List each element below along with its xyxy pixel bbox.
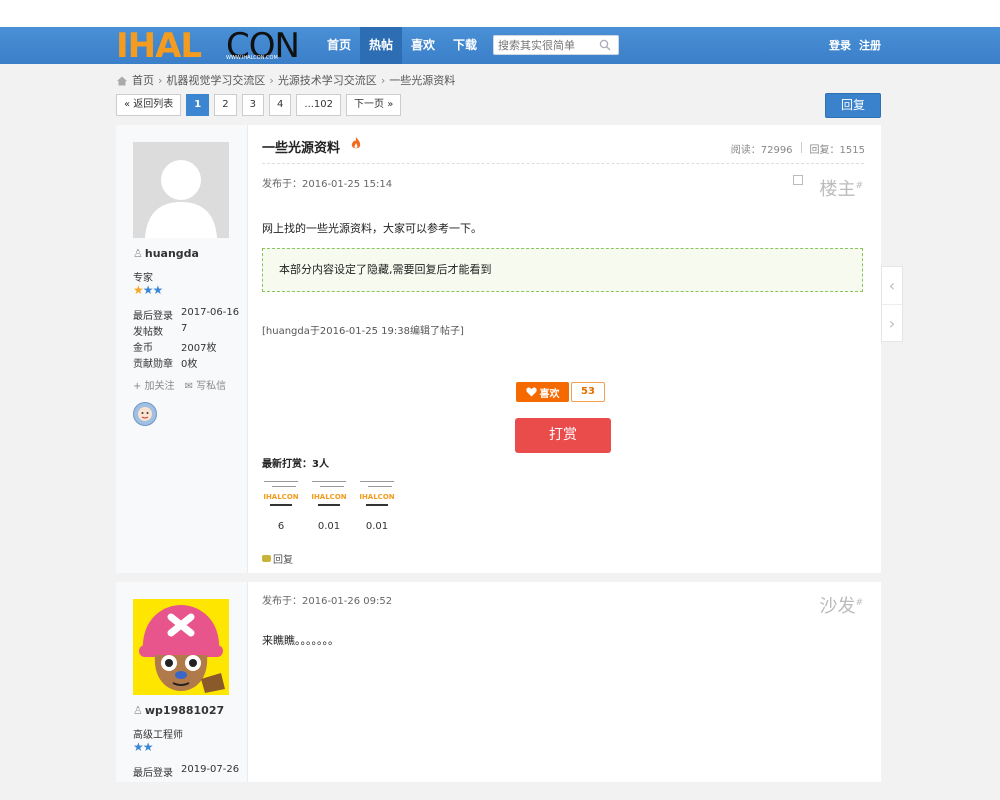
page-1[interactable]: 1 — [186, 94, 210, 116]
breadcrumb-separator: › — [380, 73, 386, 87]
stat-gold: 金币 2007枚 — [133, 343, 217, 354]
floating-nav: ‹ › — [881, 266, 903, 342]
author-sidebar: ♙ huangda 专家 ★★★ 最后登录 2017-06-16 发帖数 7 金币 20… — [116, 125, 248, 573]
nav-download[interactable]: 下载 — [444, 27, 486, 64]
reward-value: 6 — [277, 521, 285, 532]
author-actions: + 加关注 ✉ 写私信 — [133, 377, 226, 392]
reward-item[interactable]: IHALCON 6 — [262, 477, 300, 532]
post-body: 网上找的一些光源资料，大家可以参考一下。 — [262, 222, 482, 235]
nav-home[interactable]: 首页 — [318, 27, 360, 64]
nav-hot[interactable]: 热帖 — [360, 27, 403, 64]
nav-like[interactable]: 喜欢 — [402, 27, 444, 64]
back-to-list-button[interactable]: « 返回列表 — [116, 94, 182, 116]
default-avatar-icon — [133, 142, 229, 238]
breadcrumb-current: 一些光源资料 — [389, 74, 456, 87]
search-icon[interactable] — [599, 39, 611, 51]
reward-item[interactable]: IHALCON 0.01 — [358, 477, 396, 532]
latest-rewards-title: 最新打赏：3人 — [262, 459, 329, 470]
reply-button[interactable]: 回复 — [825, 93, 881, 118]
collapse-icon[interactable] — [793, 175, 803, 185]
breadcrumb-subforum[interactable]: 光源技术学习交流区 — [278, 72, 377, 88]
auth-links: 登录 注册 — [829, 27, 881, 64]
avatar[interactable] — [133, 142, 229, 238]
chevron-right-icon[interactable]: › — [882, 304, 902, 342]
medal-icon[interactable] — [133, 402, 157, 426]
reward-value: 0.01 — [317, 521, 341, 532]
page-2[interactable]: 2 — [214, 94, 237, 116]
comment-icon — [262, 555, 271, 562]
search-input[interactable] — [494, 36, 602, 54]
main-nav: 首页 热帖 喜欢 下载 — [318, 27, 486, 64]
author-rank: 专家 — [133, 273, 153, 284]
thread-counts: 阅读：72996 回复：1515 — [731, 141, 865, 156]
reward-item[interactable]: IHALCON 0.01 — [310, 477, 348, 532]
author-name[interactable]: ♙ wp19881027 — [133, 704, 224, 717]
reward-value: 0.01 — [365, 521, 389, 532]
breadcrumb: 首页 › 机器视觉学习交流区 › 光源技术学习交流区 › 一些光源资料 — [116, 72, 455, 88]
heart-icon — [525, 387, 537, 397]
thread-title: 一些光源资料 — [262, 141, 341, 156]
hot-fire-icon — [351, 137, 361, 149]
page-last[interactable]: ...102 — [296, 94, 342, 116]
edit-note: [huangda于2016-01-25 19:38编辑了帖子] — [262, 326, 464, 337]
send-message-link[interactable]: ✉ 写私信 — [185, 377, 227, 392]
view-count: 阅读：72996 — [730, 145, 793, 156]
avatar[interactable] — [133, 599, 229, 695]
author-sidebar: ♙ wp19881027 高级工程师 ★★ 最后登录 2019-07-26 — [116, 582, 248, 782]
rank-stars: ★★★ — [133, 283, 163, 297]
reward-button[interactable]: 打赏 — [515, 418, 611, 453]
stat-last-login: 最后登录 2019-07-26 — [133, 764, 240, 779]
top-strip — [0, 0, 1000, 27]
pagination: « 返回列表 1 2 3 4 ...102 下一页 » — [116, 94, 402, 116]
like-count: 53 — [571, 382, 605, 402]
post-main: ♙ huangda 专家 ★★★ 最后登录 2017-06-16 发帖数 7 金币 20… — [116, 125, 881, 573]
hidden-content-notice: 本部分内容设定了隐藏,需要回复后才能看到 — [262, 248, 863, 292]
rank-stars: ★★ — [133, 740, 153, 754]
login-link[interactable]: 登录 — [829, 27, 851, 64]
breadcrumb-forum[interactable]: 机器视觉学习交流区 — [166, 72, 265, 88]
like-widget: 喜欢 53 — [516, 382, 605, 402]
chopper-avatar-icon — [133, 599, 229, 695]
post-time: 发布于：2016-01-26 09:52 — [262, 596, 393, 607]
divider — [800, 142, 802, 153]
reply-count: 回复：1515 — [809, 145, 865, 156]
floor-label[interactable]: 楼主# — [819, 175, 863, 201]
tipper-avatar: IHALCON — [358, 477, 396, 513]
breadcrumb-separator: › — [158, 73, 163, 87]
divider — [262, 163, 864, 164]
post-body: 来瞧瞧。。。。。。。 — [262, 634, 339, 647]
search-box — [493, 35, 619, 55]
stat-medals: 贡献勋章 0枚 — [133, 359, 198, 370]
stat-posts: 发帖数 7 — [133, 323, 188, 338]
register-link[interactable]: 注册 — [859, 27, 881, 64]
tipper-avatar: IHALCON — [310, 477, 348, 513]
next-page-button[interactable]: 下一页 » — [346, 94, 402, 116]
like-button[interactable]: 喜欢 — [516, 382, 569, 402]
site-header: IHAL CON WWW.IHALCON.COM 首页 热帖 喜欢 下载 登录 … — [0, 27, 1000, 64]
user-icon: ♙ — [133, 247, 143, 260]
page-3[interactable]: 3 — [241, 94, 265, 116]
floor-label[interactable]: 沙发# — [819, 592, 863, 618]
chevron-left-icon[interactable]: ‹ — [882, 267, 902, 304]
breadcrumb-home[interactable]: 首页 — [132, 72, 154, 88]
tipper-avatar: IHALCON — [262, 477, 300, 513]
site-logo[interactable]: IHAL CON WWW.IHALCON.COM — [116, 29, 312, 63]
author-rank: 高级工程师 — [133, 730, 183, 741]
breadcrumb-separator: › — [269, 73, 274, 87]
user-icon: ♙ — [133, 704, 143, 717]
post-reply-link[interactable]: 回复 — [262, 551, 293, 566]
home-icon — [117, 76, 127, 85]
author-name[interactable]: ♙ huangda — [133, 247, 199, 260]
reward-list: IHALCON 6 IHALCON 0.01 IHALCON 0.01 — [262, 477, 396, 532]
follow-link[interactable]: + 加关注 — [133, 377, 175, 392]
post-time: 发布于：2016-01-25 15:14 — [262, 179, 393, 190]
page-4[interactable]: 4 — [269, 94, 292, 116]
post-reply: ♙ wp19881027 高级工程师 ★★ 最后登录 2019-07-26 发布于：… — [116, 582, 881, 782]
stat-last-login: 最后登录 2017-06-16 — [133, 307, 240, 322]
